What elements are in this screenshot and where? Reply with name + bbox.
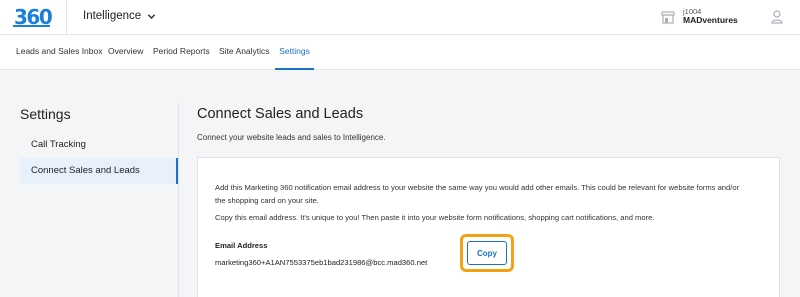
copy-button-highlight: Copy (460, 234, 514, 272)
chevron-down-icon (148, 13, 156, 19)
sidebar-title: Settings (20, 106, 71, 122)
tab-leads-and-sales-inbox[interactable]: Leads and Sales Inbox (16, 35, 102, 70)
copy-button[interactable]: Copy (467, 241, 507, 265)
m360-logo[interactable]: 360 (13, 5, 53, 29)
top-header: 360 Intelligence j1004 MADventures (0, 0, 800, 35)
page-subtitle: Connect your website leads and sales to … (197, 133, 386, 142)
logo-underline (13, 25, 50, 27)
app-switcher[interactable]: Intelligence (83, 10, 156, 22)
header-divider (66, 0, 67, 35)
user-icon[interactable] (771, 10, 783, 24)
account-name: MADventures (683, 14, 738, 25)
store-icon[interactable] (661, 10, 675, 24)
tab-period-reports[interactable]: Period Reports (153, 35, 210, 70)
account-selector[interactable]: j1004 MADventures (683, 8, 738, 25)
copy-instructions-paragraph: Copy this email address. It's unique to … (215, 213, 655, 222)
email-address-label: Email Address (215, 241, 268, 250)
main-nav: Leads and Sales Inbox Overview Period Re… (0, 35, 800, 70)
tab-settings[interactable]: Settings (275, 35, 314, 70)
instructions-paragraph: Add this Marketing 360 notification emai… (215, 183, 740, 205)
tab-site-analytics[interactable]: Site Analytics (219, 35, 270, 70)
sidebar-divider (178, 103, 179, 297)
sidebar-item-call-tracking[interactable]: Call Tracking (20, 132, 178, 158)
app-name: Intelligence (83, 10, 142, 22)
sidebar-item-connect-sales-and-leads[interactable]: Connect Sales and Leads (20, 158, 178, 184)
email-address-value: marketing360+A1AN7553375eb1bad231986@bcc… (215, 258, 428, 267)
page-title: Connect Sales and Leads (197, 106, 364, 122)
tab-overview[interactable]: Overview (108, 35, 143, 70)
connect-card: Add this Marketing 360 notification emai… (197, 157, 780, 297)
